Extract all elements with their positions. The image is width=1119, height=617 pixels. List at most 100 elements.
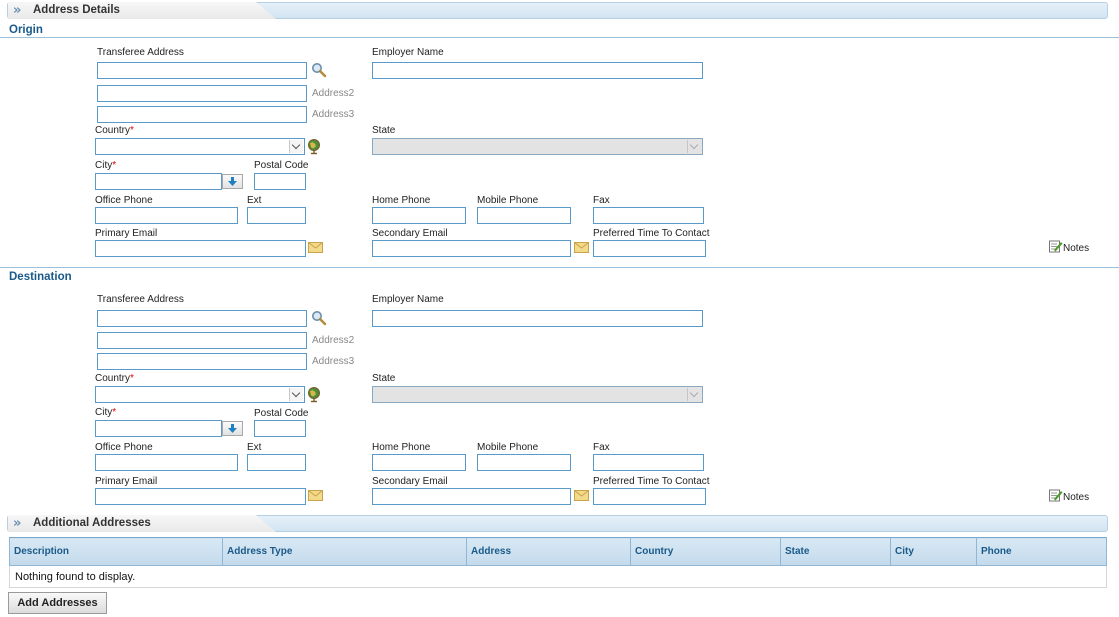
destination-secondary-email-label: Secondary Email <box>372 476 448 487</box>
column-header-city[interactable]: City <box>890 537 977 566</box>
search-icon[interactable] <box>311 310 327 329</box>
empty-table-message: Nothing found to display. <box>9 565 1107 588</box>
origin-city-label: City* <box>95 160 117 171</box>
origin-transferee-address-input[interactable] <box>97 62 307 79</box>
chevron-down-icon[interactable] <box>687 388 701 401</box>
destination-state-label: State <box>372 373 396 384</box>
destination-primary-email-input[interactable] <box>95 488 306 505</box>
destination-mobile-phone-input[interactable] <box>477 454 571 471</box>
origin-country-select[interactable] <box>95 138 305 155</box>
address-details-header: » Address Details <box>7 2 1108 19</box>
column-header-description[interactable]: Description <box>9 537 223 566</box>
destination-ext-input[interactable] <box>247 454 306 471</box>
destination-city-lookup-button[interactable] <box>222 421 243 436</box>
column-header-address-type[interactable]: Address Type <box>222 537 467 566</box>
destination-transferee-address-label: Transferee Address <box>97 294 184 305</box>
origin-fax-label: Fax <box>593 195 610 206</box>
column-header-phone[interactable]: Phone <box>976 537 1107 566</box>
destination-preferred-time-input[interactable] <box>593 488 706 505</box>
destination-secondary-email-input[interactable] <box>372 488 571 505</box>
address-details-title: Address Details <box>33 4 120 16</box>
destination-primary-email-label: Primary Email <box>95 476 158 487</box>
column-header-country[interactable]: Country <box>630 537 781 566</box>
destination-office-phone-label: Office Phone <box>95 442 153 453</box>
destination-country-label: Country* <box>95 373 134 384</box>
column-header-state[interactable]: State <box>780 537 891 566</box>
origin-address3-input[interactable] <box>97 106 307 123</box>
origin-fax-input[interactable] <box>593 207 704 224</box>
column-header-address[interactable]: Address <box>466 537 631 566</box>
origin-office-phone-input[interactable] <box>95 207 238 224</box>
origin-postal-code-input[interactable] <box>254 173 306 190</box>
origin-primary-email-input[interactable] <box>95 240 306 257</box>
origin-address2-input[interactable] <box>97 85 307 102</box>
destination-fax-label: Fax <box>593 442 610 453</box>
origin-secondary-email-label: Secondary Email <box>372 228 448 239</box>
origin-preferred-time-label: Preferred Time To Contact <box>593 228 710 239</box>
origin-state-select[interactable] <box>372 138 703 155</box>
destination-address2-label: Address2 <box>312 335 355 346</box>
destination-postal-code-input[interactable] <box>254 420 306 437</box>
destination-notes-link[interactable]: Notes <box>1049 488 1089 503</box>
destination-office-phone-input[interactable] <box>95 454 238 471</box>
origin-ext-label: Ext <box>247 195 262 206</box>
destination-postal-code-label: Postal Code <box>254 408 309 419</box>
destination-country-select[interactable] <box>95 386 305 403</box>
destination-city-label: City* <box>95 407 117 418</box>
origin-employer-name-label: Employer Name <box>372 47 444 58</box>
globe-icon[interactable] <box>306 138 322 158</box>
destination-employer-name-label: Employer Name <box>372 294 444 305</box>
destination-home-phone-input[interactable] <box>372 454 466 471</box>
table-header-row: Description Address Type Address Country… <box>9 537 1107 566</box>
origin-mobile-phone-input[interactable] <box>477 207 571 224</box>
origin-address3-label: Address3 <box>312 109 355 120</box>
origin-office-phone-label: Office Phone <box>95 195 153 206</box>
origin-employer-name-input[interactable] <box>372 62 703 79</box>
origin-mobile-phone-label: Mobile Phone <box>477 195 539 206</box>
envelope-icon[interactable] <box>574 490 589 504</box>
destination-title: Destination <box>9 271 72 283</box>
globe-icon[interactable] <box>306 386 322 406</box>
origin-primary-email-label: Primary Email <box>95 228 158 239</box>
chevron-down-icon[interactable] <box>289 388 303 401</box>
origin-state-label: State <box>372 125 396 136</box>
origin-title: Origin <box>9 24 43 36</box>
destination-address3-label: Address3 <box>312 356 355 367</box>
envelope-icon[interactable] <box>308 490 323 504</box>
destination-city-input[interactable] <box>95 420 222 437</box>
download-arrow-icon <box>228 177 237 186</box>
additional-addresses-header: » Additional Addresses <box>7 515 1108 532</box>
origin-city-lookup-button[interactable] <box>222 174 243 189</box>
table-row: Nothing found to display. <box>9 565 1107 588</box>
origin-secondary-email-input[interactable] <box>372 240 571 257</box>
additional-addresses-table: Description Address Type Address Country… <box>9 537 1107 588</box>
destination-transferee-address-input[interactable] <box>97 310 307 327</box>
chevron-down-icon[interactable] <box>289 140 303 153</box>
destination-home-phone-label: Home Phone <box>372 442 431 453</box>
origin-postal-code-label: Postal Code <box>254 160 309 171</box>
destination-employer-name-input[interactable] <box>372 310 703 327</box>
notes-icon <box>1049 489 1063 502</box>
chevron-down-icon[interactable] <box>687 140 701 153</box>
destination-address2-input[interactable] <box>97 332 307 349</box>
envelope-icon[interactable] <box>574 242 589 256</box>
destination-state-select[interactable] <box>372 386 703 403</box>
add-addresses-button[interactable]: Add Addresses <box>8 592 107 614</box>
destination-fax-input[interactable] <box>593 454 704 471</box>
origin-city-input[interactable] <box>95 173 222 190</box>
additional-addresses-title: Additional Addresses <box>33 517 151 529</box>
origin-notes-link[interactable]: Notes <box>1049 239 1089 254</box>
origin-ext-input[interactable] <box>247 207 306 224</box>
origin-preferred-time-input[interactable] <box>593 240 706 257</box>
origin-home-phone-input[interactable] <box>372 207 466 224</box>
origin-transferee-address-label: Transferee Address <box>97 47 184 58</box>
destination-mobile-phone-label: Mobile Phone <box>477 442 539 453</box>
origin-home-phone-label: Home Phone <box>372 195 431 206</box>
envelope-icon[interactable] <box>308 242 323 256</box>
destination-ext-label: Ext <box>247 442 262 453</box>
search-icon[interactable] <box>311 62 327 81</box>
section-divider <box>0 267 1119 268</box>
origin-address2-label: Address2 <box>312 88 355 99</box>
destination-address3-input[interactable] <box>97 353 307 370</box>
download-arrow-icon <box>228 424 237 433</box>
